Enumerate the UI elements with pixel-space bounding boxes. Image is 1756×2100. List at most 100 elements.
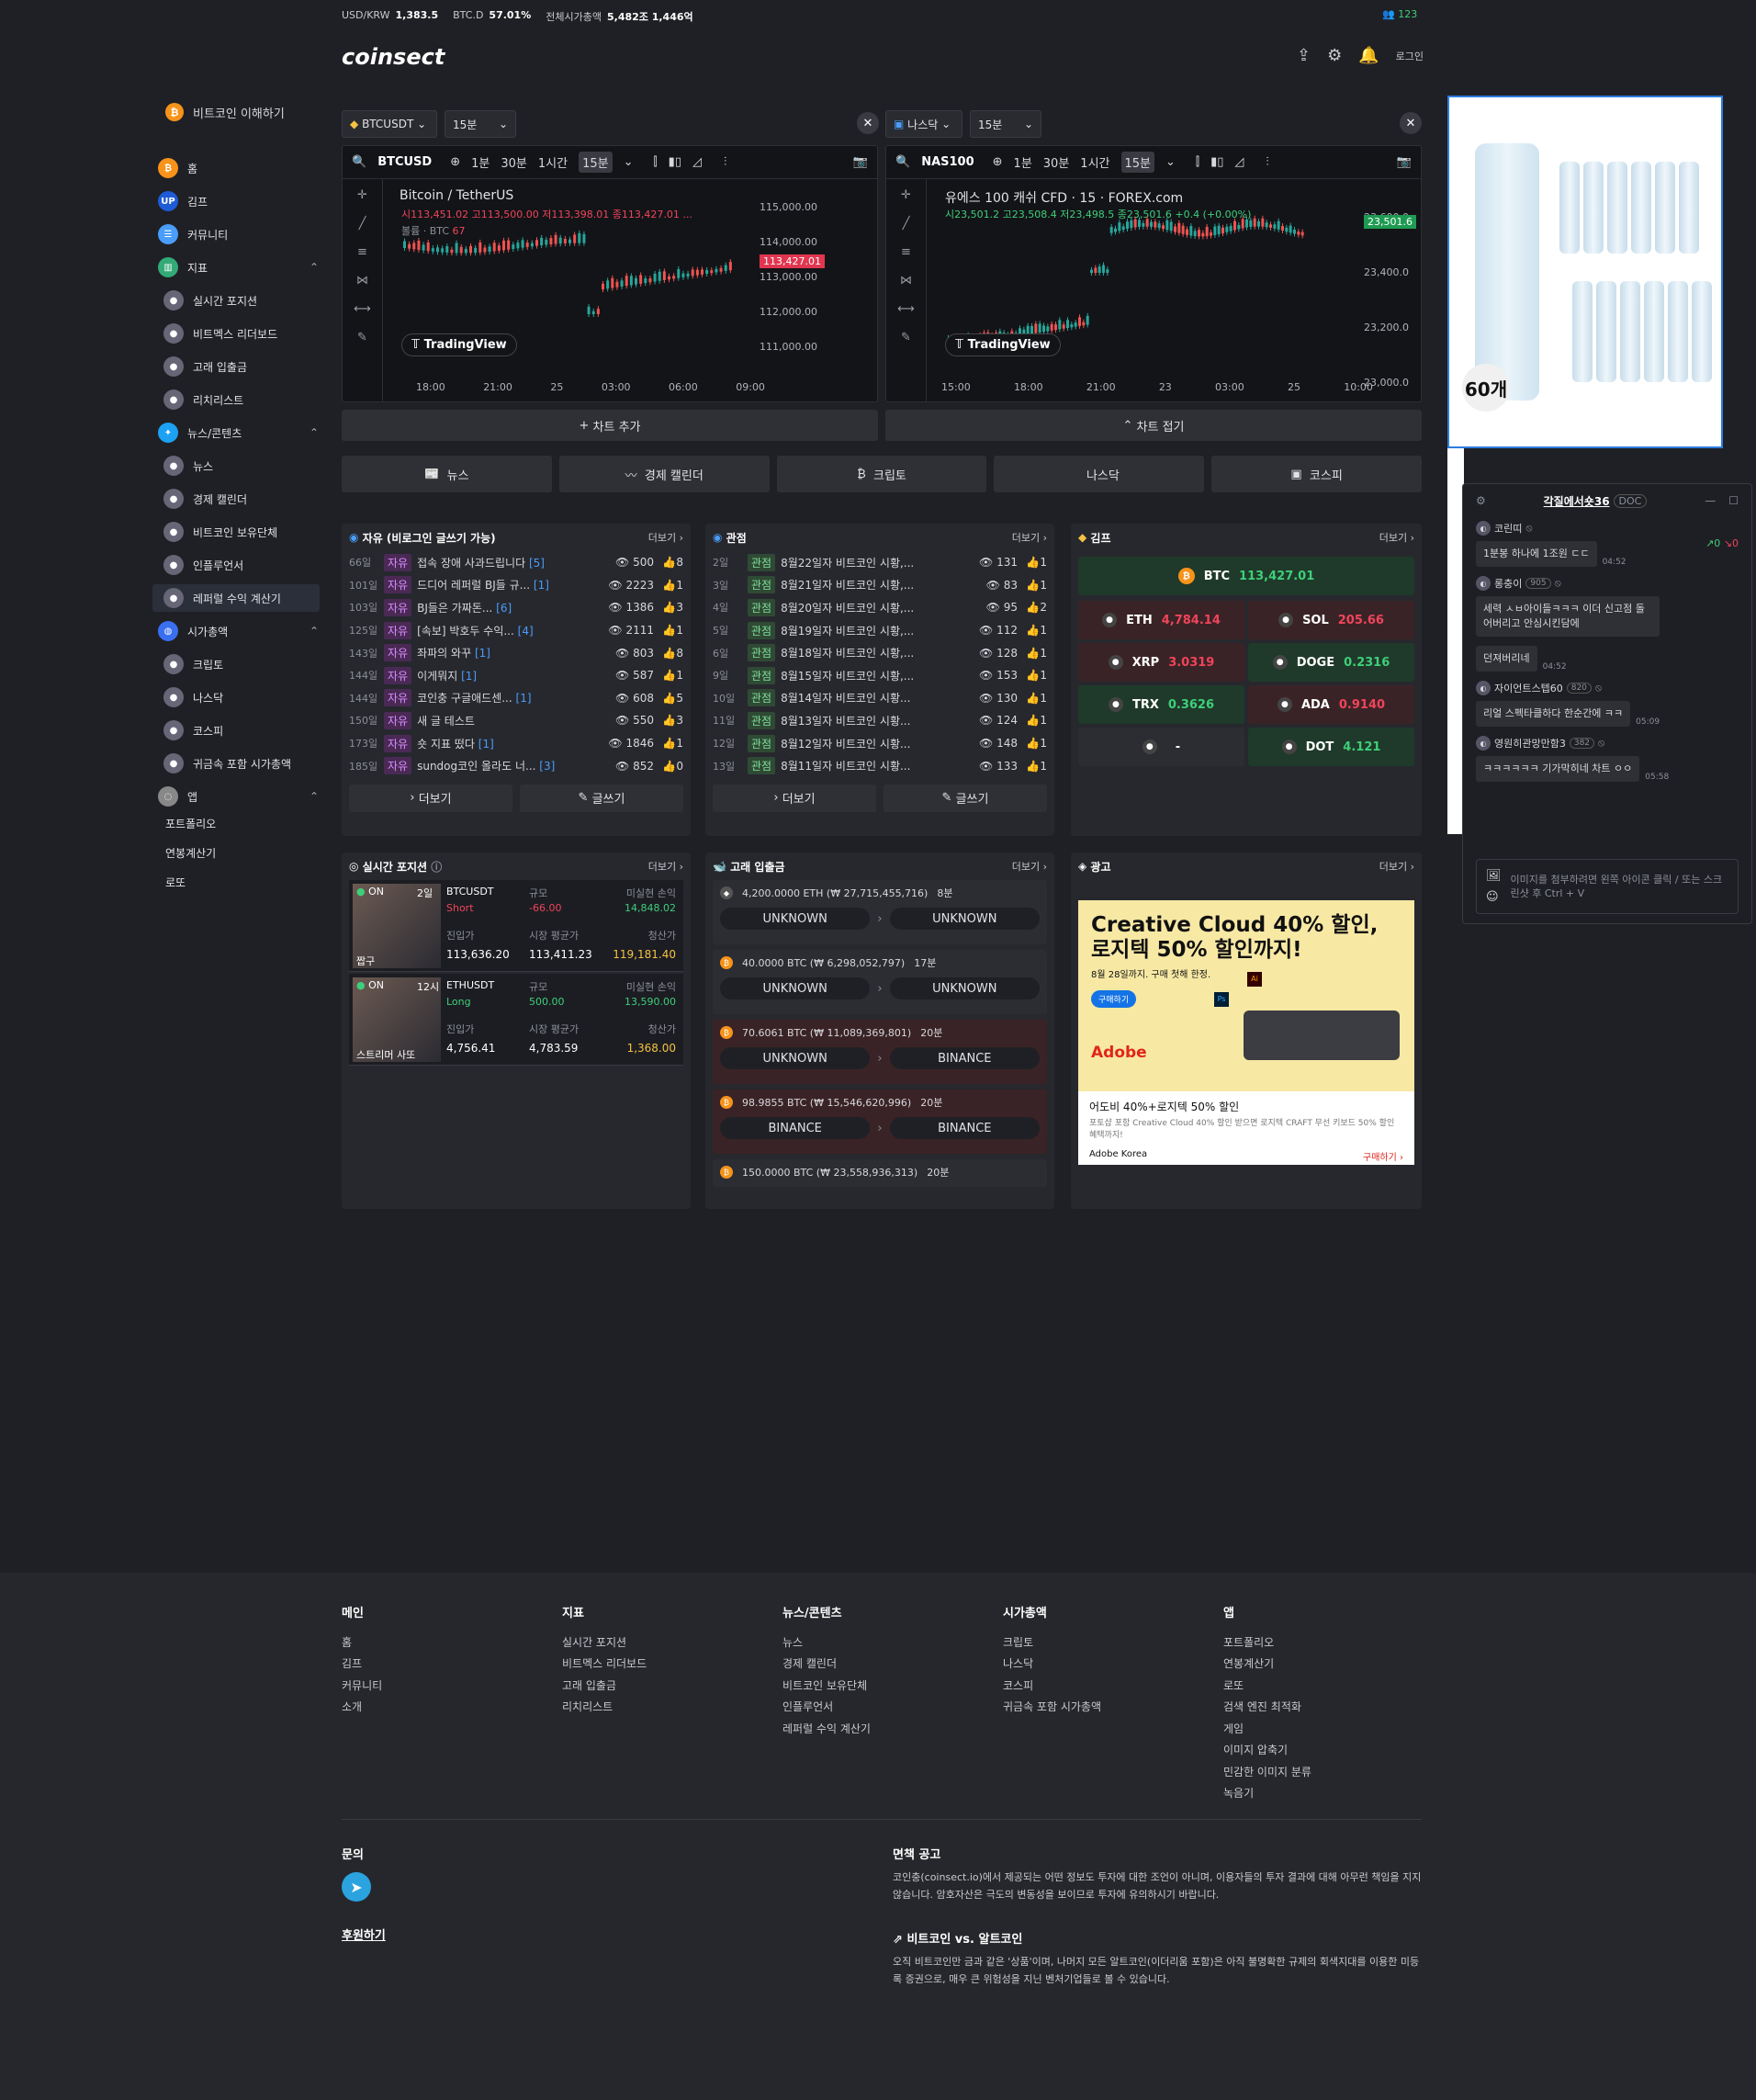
footer-link[interactable]: 뉴스 <box>782 1632 871 1654</box>
left-symbol-select[interactable]: ◆ BTCUSDT ⌄ <box>342 110 437 138</box>
logo[interactable]: coinsect <box>342 44 445 70</box>
list-item[interactable]: 4일 관점 8월20일자 비트코인 시황,... 👁 95 👍2 <box>713 596 1047 619</box>
free-write-button[interactable]: ✎ 글쓰기 <box>520 784 683 812</box>
kimp-coin[interactable]: ● SOL 205.66 <box>1248 601 1414 639</box>
sidebar-item-app-2[interactable]: 로또 <box>165 875 186 890</box>
sidebar-item-news-3[interactable]: ● 인플루언서 <box>163 555 243 575</box>
share-icon[interactable]: ⇪ <box>1297 46 1311 65</box>
kimp-more[interactable]: 더보기 › <box>1379 530 1414 545</box>
block-icon[interactable]: ⦸ <box>1525 522 1532 535</box>
line-icon[interactable]: ╱ <box>359 217 366 231</box>
sidebar-item-ind-1[interactable]: ● 비트멕스 리더보드 <box>163 323 277 344</box>
list-item[interactable]: 9일 관점 8월15일자 비트코인 시황,... 👁 153 👍1 <box>713 664 1047 687</box>
list-item[interactable]: 11일 관점 8월13일자 비트코인 시황... 👁 124 👍1 <box>713 709 1047 732</box>
bell-icon[interactable]: 🔔 <box>1358 46 1379 65</box>
chevron-up-icon[interactable]: ⌃ <box>310 261 319 274</box>
chevron-down-icon[interactable]: ⌄ <box>1165 155 1176 169</box>
sidebar-item-mcap-1[interactable]: ● 나스닥 <box>163 687 223 707</box>
sidebar-item-ind-0[interactable]: ● 실시간 포지션 <box>163 290 257 310</box>
list-item[interactable]: 6일 관점 8월18일자 비트코인 시황,... 👁 128 👍1 <box>713 641 1047 664</box>
footer-link[interactable]: 비트코인 보유단체 <box>782 1676 871 1698</box>
footer-link[interactable]: 포트폴리오 <box>1223 1632 1311 1654</box>
btc-vs-alt-link[interactable]: ⇗ 비트코인 vs. 알트코인 <box>893 1929 1022 1947</box>
compare-icon[interactable]: ⫶ <box>724 155 726 169</box>
view-more-button[interactable]: › 더보기 <box>713 784 876 812</box>
sidebar-item-news-4[interactable]: ● 레퍼럴 수익 계산기 <box>152 584 320 612</box>
tf-15m[interactable]: 15분 <box>579 152 613 173</box>
sidebar-item-ind-2[interactable]: ● 고래 입출금 <box>163 356 247 377</box>
position-card[interactable]: ● ON 12시 스트리머 사또 ETHUSDT Long 규모 500.00 … <box>349 974 683 1066</box>
chevron-up-icon[interactable]: ⌃ <box>310 790 319 803</box>
sidebar-top-link[interactable]: ₿ 비트코인 이해하기 <box>165 103 285 121</box>
maximize-icon[interactable]: ☐ <box>1728 494 1739 507</box>
list-item[interactable]: 3일 관점 8월21일자 비트코인 시황,... 👁 83 👍1 <box>713 574 1047 597</box>
footer-link[interactable]: 김프 <box>342 1654 382 1676</box>
chart-fold-button[interactable]: ⌃ 차트 접기 <box>885 410 1422 441</box>
tf-1h[interactable]: 1시간 <box>1080 153 1109 171</box>
whale-item[interactable]: ₿ 40.0000 BTC (₩ 6,298,052,797) 17분 UNKNOW… <box>713 950 1047 1014</box>
tab-3[interactable]: 나스닥 <box>994 456 1205 492</box>
sidebar-item-mcap-0[interactable]: ● 크립토 <box>163 654 223 674</box>
right-interval-select[interactable]: 15분 ⌄ <box>970 110 1041 138</box>
footer-link[interactable]: 리치리스트 <box>562 1697 647 1719</box>
help-icon[interactable]: ⓘ <box>431 859 442 875</box>
footer-link[interactable]: 고래 입출금 <box>562 1676 647 1698</box>
list-item[interactable]: 5일 관점 8월19일자 비트코인 시황,... 👁 112 👍1 <box>713 619 1047 642</box>
search-icon[interactable]: 🔍 <box>352 155 366 169</box>
footer-link[interactable]: 연봉계산기 <box>1223 1654 1311 1676</box>
area-icon[interactable]: ◿ <box>692 155 702 169</box>
tab-0[interactable]: 📰 뉴스 <box>342 456 552 492</box>
area-icon[interactable]: ◿ <box>1234 155 1244 169</box>
compare-icon[interactable]: ⫶ <box>1266 155 1268 169</box>
list-item[interactable]: 150일 자유 새 글 테스트 👁 550 👍3 <box>349 709 683 732</box>
footer-link[interactable]: 홈 <box>342 1632 382 1654</box>
list-item[interactable]: 125일 자유 [속보] 박호두 수익... [4] 👁 2111 👍1 <box>349 619 683 642</box>
tf-1h[interactable]: 1시간 <box>538 153 568 171</box>
chat-user[interactable]: 롱충이 <box>1494 576 1522 591</box>
line-icon[interactable]: ╱ <box>903 217 910 231</box>
list-item[interactable]: 103일 자유 BJ들은 가짜돈... [6] 👁 1386 👍3 <box>349 596 683 619</box>
footer-link[interactable]: 커뮤니티 <box>342 1676 382 1698</box>
left-interval-select[interactable]: 15분 ⌄ <box>445 110 516 138</box>
sidebar-item-news-1[interactable]: ● 경제 캘린더 <box>163 489 247 509</box>
footer-link[interactable]: 실시간 포지션 <box>562 1632 647 1654</box>
measure-icon[interactable]: ⟷ <box>897 302 915 316</box>
footer-link[interactable]: 경제 캘린더 <box>782 1654 871 1676</box>
telegram-icon[interactable]: ➤ <box>342 1872 371 1902</box>
candle-icon[interactable]: ▮▯ <box>1210 155 1223 169</box>
block-icon[interactable]: ⦸ <box>1598 737 1604 750</box>
indicator-icon[interactable]: ⫿ <box>654 155 658 169</box>
sidebar-item-app-1[interactable]: 연봉계산기 <box>165 845 216 861</box>
positions-more[interactable]: 더보기 › <box>648 859 683 874</box>
chat-room-title[interactable]: 각질에서숏36 <box>1544 493 1610 509</box>
whale-item[interactable]: ◆ 4,200.0000 ETH (₩ 27,715,455,716) 8분 UNK… <box>713 880 1047 944</box>
sidebar-item-indicator[interactable]: ▥ 지표 ⌃ <box>158 257 319 277</box>
tf-30m[interactable]: 30분 <box>1043 153 1070 171</box>
footer-link[interactable]: 소개 <box>342 1697 382 1719</box>
tab-1[interactable]: 〰 경제 캘린더 <box>558 456 770 492</box>
footer-link[interactable]: 검색 엔진 최적화 <box>1223 1697 1311 1719</box>
indicator-icon[interactable]: ⫿ <box>1196 155 1199 169</box>
sponsor-link[interactable]: 후원하기 <box>342 1925 386 1943</box>
candle-icon[interactable]: ▮▯ <box>669 155 681 169</box>
tf-1m[interactable]: 1분 <box>471 153 490 171</box>
right-chart[interactable]: 🔍 NAS100 ⊕ 1분 30분 1시간 15분 ⌄ ⫿ ▮▯ ◿ ⫶ 📷 ✛ ╱… <box>885 145 1422 402</box>
list-item[interactable]: 10일 관점 8월14일자 비트코인 시황... 👁 130 👍1 <box>713 687 1047 710</box>
ad-banner[interactable]: Creative Cloud 40% 할인, 로지텍 50% 할인까지! 8월 2… <box>1078 900 1414 1091</box>
free-board-more[interactable]: 더보기 › <box>648 530 683 545</box>
image-icon[interactable]: 🖼 <box>1486 869 1502 883</box>
pattern-icon[interactable]: ⋈ <box>900 274 912 288</box>
view-write-button[interactable]: ✎ 글쓰기 <box>884 784 1047 812</box>
search-icon[interactable]: 🔍 <box>895 155 910 169</box>
sidebar-item-news-0[interactable]: ● 뉴스 <box>163 456 213 476</box>
kimp-coin[interactable]: ● XRP 3.0319 <box>1078 643 1244 682</box>
tf-1m[interactable]: 1분 <box>1014 153 1032 171</box>
gear-icon[interactable]: ⚙ <box>1476 494 1486 507</box>
sidebar-item-home[interactable]: ₿ 홈 <box>158 158 197 178</box>
list-item[interactable]: 185일 자유 sundog코인 올라도 너... [3] 👁 852 👍0 <box>349 754 683 777</box>
login-button[interactable]: 로그인 <box>1396 49 1424 63</box>
footer-link[interactable]: 로또 <box>1223 1676 1311 1698</box>
fib-icon[interactable]: ≡ <box>901 245 911 259</box>
chevron-up-icon[interactable]: ⌃ <box>310 625 319 638</box>
whale-more[interactable]: 더보기 › <box>1012 859 1047 874</box>
